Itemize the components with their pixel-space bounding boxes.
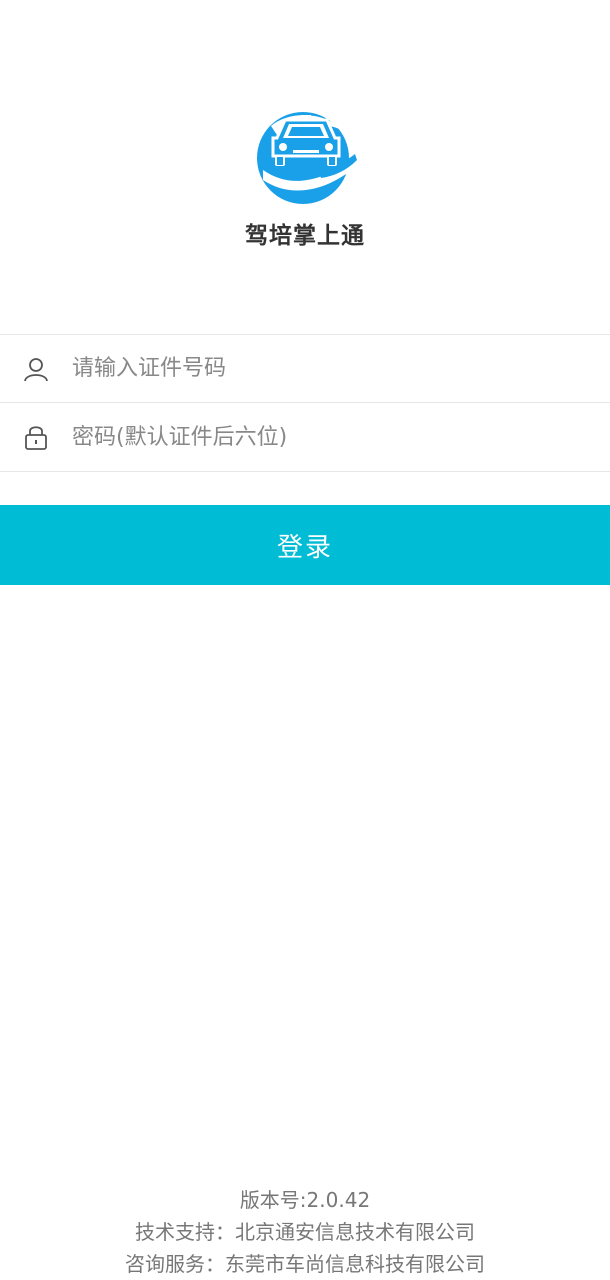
id-number-input[interactable] xyxy=(72,335,600,402)
tech-support-text: 技术支持：北京通安信息技术有限公司 xyxy=(135,1220,475,1244)
password-field[interactable] xyxy=(0,402,610,472)
version-text: 版本号:2.0.42 xyxy=(239,1188,371,1212)
app-name: 驾培掌上通 xyxy=(245,223,365,249)
login-form xyxy=(0,334,610,472)
login-button[interactable]: 登录 xyxy=(0,505,610,585)
user-icon xyxy=(24,357,48,381)
lock-icon xyxy=(25,426,47,450)
login-page: 驾培掌上通 登录 版本号:2.0.42 技术支持：北京通安信息技术有限公司 咨询… xyxy=(0,0,610,1280)
car-in-hand-logo-icon xyxy=(257,112,361,204)
id-number-field[interactable] xyxy=(0,334,610,402)
password-input[interactable] xyxy=(72,403,600,471)
consulting-text: 咨询服务：东莞市车尚信息科技有限公司 xyxy=(125,1252,485,1276)
footer: 版本号:2.0.42 技术支持：北京通安信息技术有限公司 咨询服务：东莞市车尚信… xyxy=(0,1184,610,1280)
app-logo xyxy=(0,108,610,208)
